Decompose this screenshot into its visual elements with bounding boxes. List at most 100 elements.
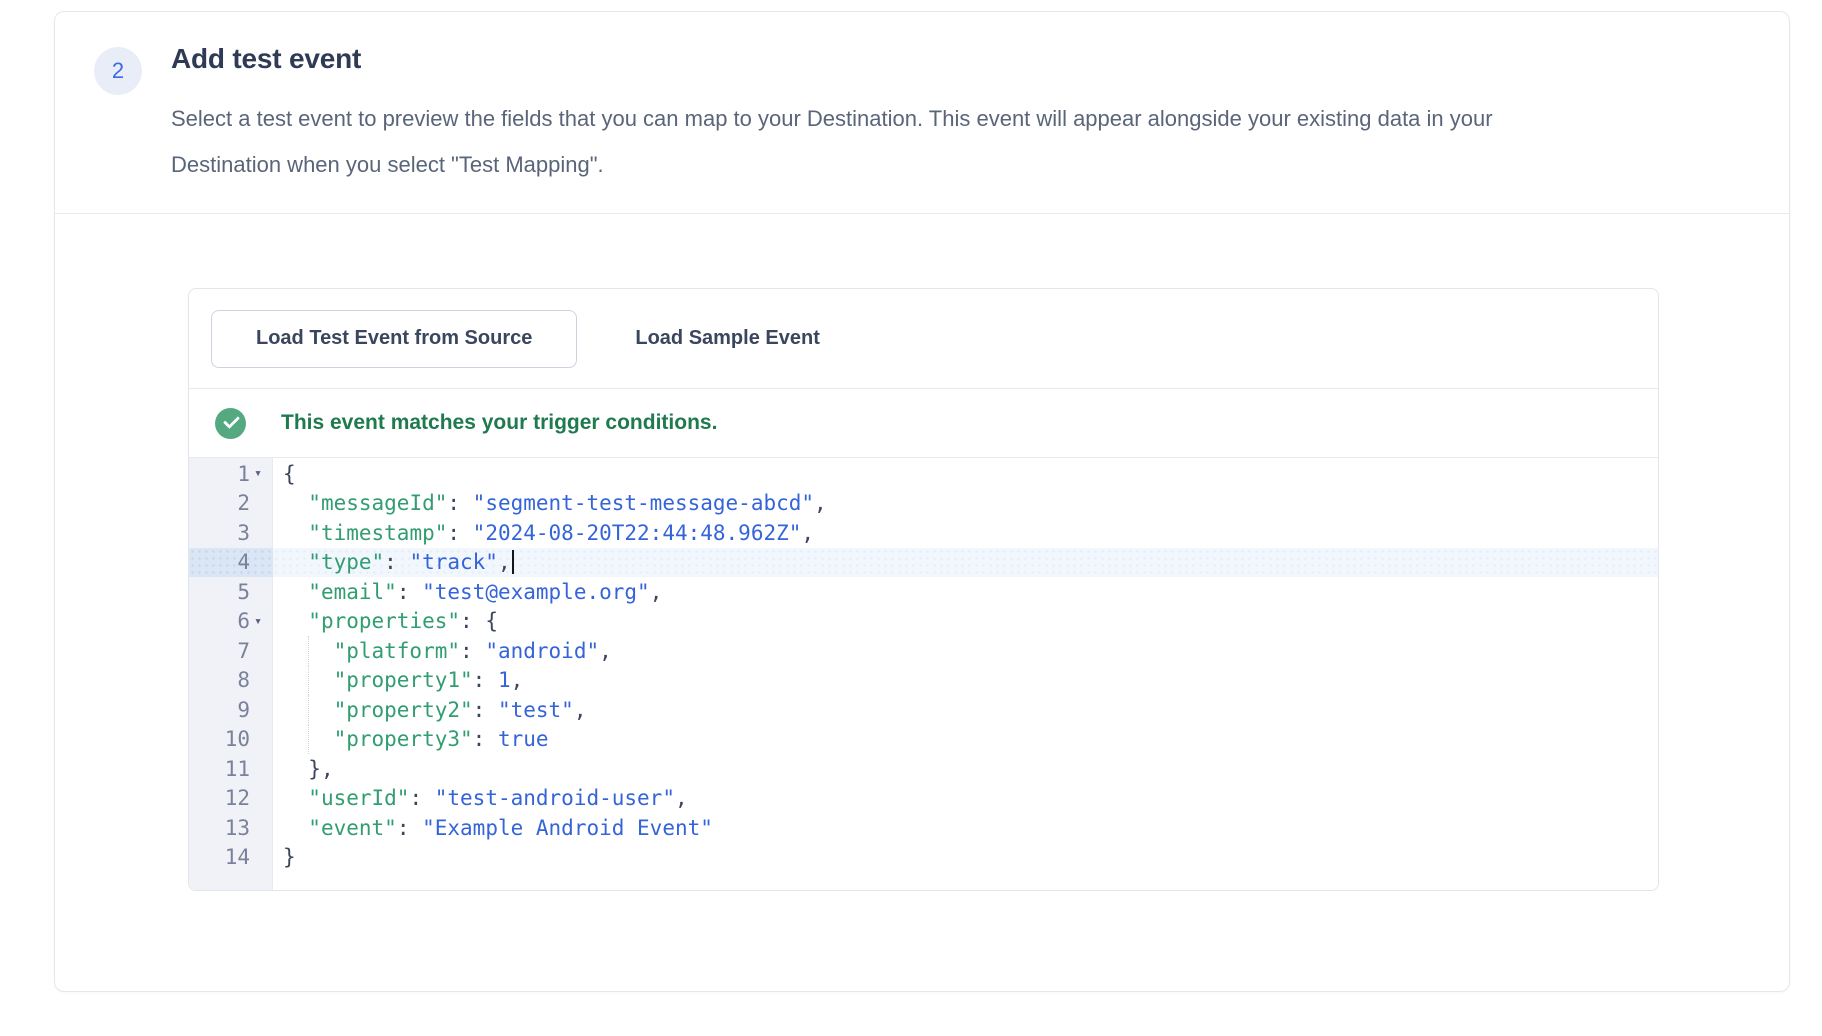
line-number: 2 bbox=[237, 491, 250, 515]
load-sample-event-button[interactable]: Load Sample Event bbox=[611, 310, 844, 368]
code-token-punct bbox=[283, 491, 308, 515]
code-line[interactable]: 9 "property2": "test", bbox=[189, 695, 1658, 725]
code-content[interactable]: } bbox=[273, 843, 1658, 873]
indent-guide bbox=[308, 666, 309, 696]
gutter-cell: 3 bbox=[189, 518, 273, 548]
code-token-punct: , bbox=[675, 786, 688, 810]
code-line[interactable]: 6▾ "properties": { bbox=[189, 607, 1658, 637]
code-line[interactable]: 2 "messageId": "segment-test-message-abc… bbox=[189, 489, 1658, 519]
code-token-num: 1 bbox=[498, 668, 511, 692]
code-token-str: "track" bbox=[409, 550, 498, 574]
code-line[interactable]: 13 "event": "Example Android Event" bbox=[189, 813, 1658, 843]
code-token-punct: , bbox=[801, 521, 814, 545]
code-content[interactable]: "email": "test@example.org", bbox=[273, 577, 1658, 607]
code-token-punct: : bbox=[460, 639, 485, 663]
code-token-punct: { bbox=[283, 462, 296, 486]
code-token-key: "userId" bbox=[308, 786, 409, 810]
header-divider bbox=[55, 213, 1789, 214]
code-token-punct: , bbox=[498, 550, 511, 574]
event-source-button-row: Load Test Event from Source Load Sample … bbox=[189, 289, 1658, 389]
code-token-key: "platform" bbox=[334, 639, 460, 663]
fold-toggle-icon[interactable]: ▾ bbox=[250, 615, 266, 628]
code-line[interactable]: 10 "property3": true bbox=[189, 725, 1658, 755]
code-token-punct: , bbox=[599, 639, 612, 663]
code-line[interactable]: 3 "timestamp": "2024-08-20T22:44:48.962Z… bbox=[189, 518, 1658, 548]
gutter-cell: 12 bbox=[189, 784, 273, 814]
line-number: 5 bbox=[237, 580, 250, 604]
code-token-punct: : bbox=[397, 816, 422, 840]
line-number: 1 bbox=[237, 462, 250, 486]
code-line[interactable]: 8 "property1": 1, bbox=[189, 666, 1658, 696]
code-line[interactable]: 4 "type": "track", bbox=[189, 548, 1658, 578]
gutter-cell: 1▾ bbox=[189, 459, 273, 489]
text-cursor bbox=[512, 550, 514, 574]
code-line[interactable]: 14} bbox=[189, 843, 1658, 873]
code-line[interactable]: 7 "platform": "android", bbox=[189, 636, 1658, 666]
code-token-punct bbox=[283, 580, 308, 604]
code-token-punct: { bbox=[485, 609, 498, 633]
code-token-str: "segment-test-message-abcd" bbox=[473, 491, 814, 515]
line-number: 10 bbox=[225, 727, 250, 751]
code-token-str: "test@example.org" bbox=[422, 580, 650, 604]
line-number: 6 bbox=[237, 609, 250, 633]
step-card: 2 Add test event Select a test event to … bbox=[54, 11, 1790, 992]
code-content[interactable]: "property3": true bbox=[273, 725, 1658, 755]
code-content[interactable]: "property2": "test", bbox=[273, 695, 1658, 725]
code-token-punct bbox=[283, 609, 308, 633]
code-line[interactable]: 1▾ { bbox=[189, 459, 1658, 489]
code-line[interactable]: 12 "userId": "test-android-user", bbox=[189, 784, 1658, 814]
step-number: 2 bbox=[112, 58, 124, 84]
code-content[interactable]: }, bbox=[273, 754, 1658, 784]
code-token-punct: , bbox=[814, 491, 827, 515]
code-content[interactable]: "messageId": "segment-test-message-abcd"… bbox=[273, 489, 1658, 519]
trigger-match-banner: This event matches your trigger conditio… bbox=[189, 389, 1658, 458]
gutter-cell: 6▾ bbox=[189, 607, 273, 637]
line-number: 11 bbox=[225, 757, 250, 781]
code-token-punct: : bbox=[460, 609, 485, 633]
line-number: 12 bbox=[225, 786, 250, 810]
gutter-cell: 5 bbox=[189, 577, 273, 607]
code-token-punct bbox=[283, 550, 308, 574]
content-panel: Load Test Event from Source Load Sample … bbox=[188, 288, 1659, 891]
line-number: 8 bbox=[237, 668, 250, 692]
code-token-punct: : bbox=[409, 786, 434, 810]
fold-toggle-icon[interactable]: ▾ bbox=[250, 467, 266, 480]
code-content[interactable]: "property1": 1, bbox=[273, 666, 1658, 696]
code-token-punct: : bbox=[384, 550, 409, 574]
gutter-cell: 11 bbox=[189, 754, 273, 784]
line-number: 7 bbox=[237, 639, 250, 663]
indent-guide bbox=[308, 725, 309, 755]
code-token-punct bbox=[283, 816, 308, 840]
code-line[interactable]: 5 "email": "test@example.org", bbox=[189, 577, 1658, 607]
code-token-str: "2024-08-20T22:44:48.962Z" bbox=[473, 521, 802, 545]
code-token-bool: true bbox=[498, 727, 549, 751]
gutter-cell: 14 bbox=[189, 843, 273, 873]
code-content[interactable]: "event": "Example Android Event" bbox=[273, 813, 1658, 843]
code-token-punct bbox=[283, 521, 308, 545]
step-description: Select a test event to preview the field… bbox=[171, 96, 1493, 188]
gutter-cell: 2 bbox=[189, 489, 273, 519]
code-token-punct: : bbox=[473, 698, 498, 722]
code-token-punct: }, bbox=[308, 757, 333, 781]
code-content[interactable]: "properties": { bbox=[273, 607, 1658, 637]
code-line[interactable]: 11 }, bbox=[189, 754, 1658, 784]
line-number: 13 bbox=[225, 816, 250, 840]
trigger-match-message: This event matches your trigger conditio… bbox=[281, 411, 717, 435]
code-content[interactable]: { bbox=[273, 459, 1658, 489]
code-content[interactable]: "platform": "android", bbox=[273, 636, 1658, 666]
code-content[interactable]: "userId": "test-android-user", bbox=[273, 784, 1658, 814]
load-test-event-button[interactable]: Load Test Event from Source bbox=[211, 310, 577, 368]
code-token-punct: , bbox=[650, 580, 663, 604]
code-token-str: "Example Android Event" bbox=[422, 816, 713, 840]
code-content[interactable]: "type": "track", bbox=[273, 548, 1658, 578]
gutter-cell: 8 bbox=[189, 666, 273, 696]
code-content[interactable]: "timestamp": "2024-08-20T22:44:48.962Z", bbox=[273, 518, 1658, 548]
json-editor[interactable]: 1▾{2 "messageId": "segment-test-message-… bbox=[189, 458, 1658, 890]
code-token-str: "test" bbox=[498, 698, 574, 722]
code-token-key: "properties" bbox=[308, 609, 460, 633]
indent-guide bbox=[308, 695, 309, 725]
line-number: 14 bbox=[225, 845, 250, 869]
code-token-punct: , bbox=[511, 668, 524, 692]
code-token-key: "messageId" bbox=[308, 491, 447, 515]
code-token-punct: : bbox=[397, 580, 422, 604]
